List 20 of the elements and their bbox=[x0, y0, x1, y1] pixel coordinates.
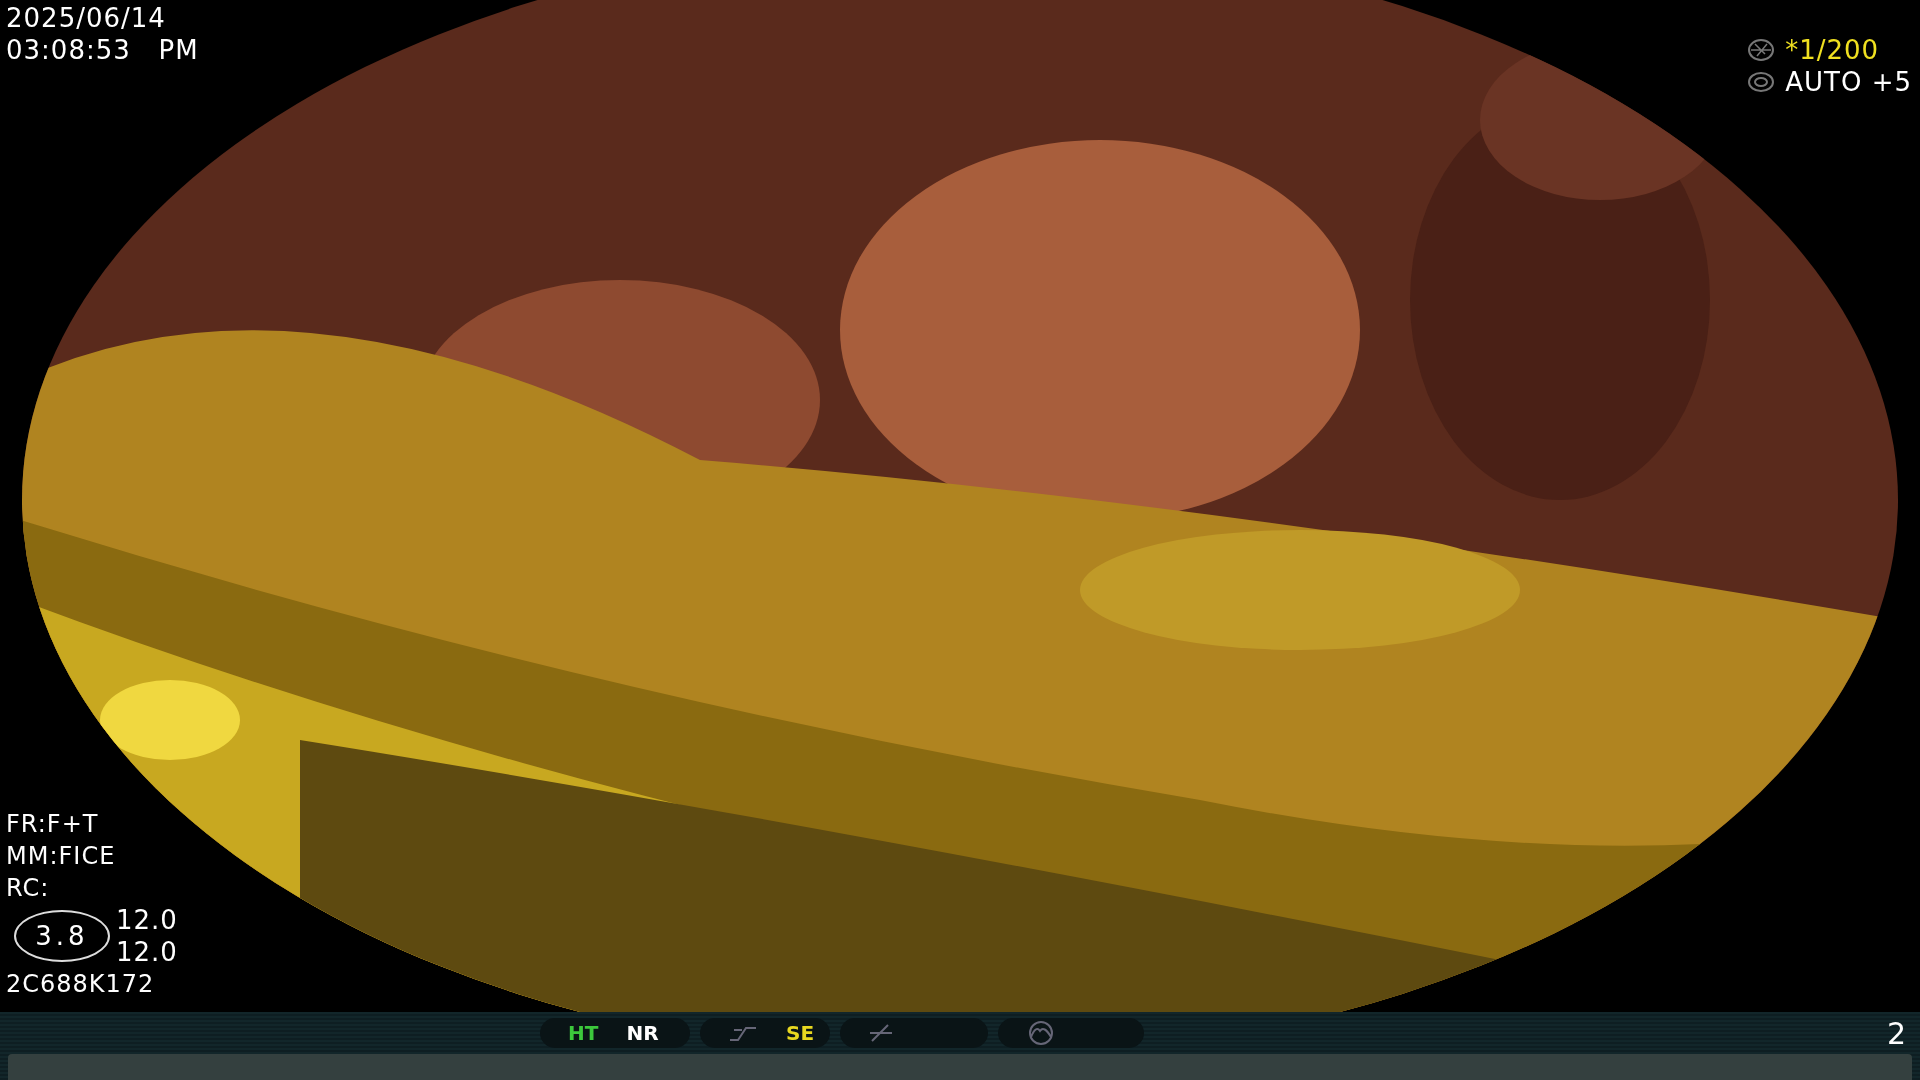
zoom-value: 12.0 bbox=[116, 904, 178, 936]
mode-label: HT bbox=[568, 1021, 599, 1045]
zoom-value: 12.0 bbox=[116, 936, 178, 968]
serial-number: 2C688K172 bbox=[6, 969, 156, 1000]
mode-label: SE bbox=[786, 1021, 815, 1045]
peak-icon bbox=[1026, 1021, 1056, 1045]
mode-label: NR bbox=[626, 1021, 659, 1045]
date-text: 2025/06/14 bbox=[6, 2, 167, 34]
info-text: MM:FICE bbox=[6, 841, 117, 872]
slope-icon bbox=[868, 1023, 894, 1043]
exposure-text: *1/200 bbox=[1785, 34, 1880, 66]
info-text: FR:F+T bbox=[6, 809, 100, 840]
time-text: 03:08:53 PM bbox=[6, 34, 199, 66]
aperture-icon bbox=[1747, 38, 1776, 62]
zoom-badge: 3.8 bbox=[14, 910, 110, 962]
info-text: RC: bbox=[6, 873, 51, 904]
ring-icon bbox=[1747, 70, 1776, 94]
curve-icon bbox=[728, 1024, 758, 1042]
page-number: 2 bbox=[1886, 1016, 1906, 1051]
exposure-text: AUTO +5 bbox=[1785, 66, 1912, 98]
